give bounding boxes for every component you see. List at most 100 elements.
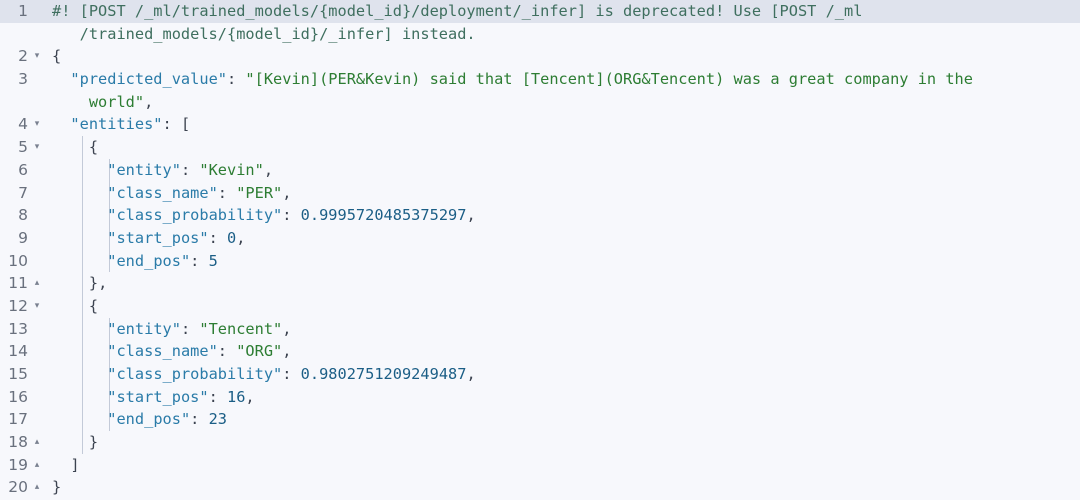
code-text[interactable]: { xyxy=(46,295,1080,318)
token-key: "end_pos" xyxy=(107,251,191,270)
code-text[interactable]: { xyxy=(46,136,1080,159)
token-pun: , xyxy=(282,319,292,338)
code-text[interactable]: "class_probability": 0.9802751209249487, xyxy=(46,363,1080,386)
code-row[interactable]: 2 ▾ { xyxy=(0,45,1080,68)
token-pun: , xyxy=(466,365,476,383)
fold-close-icon[interactable]: ▴ xyxy=(31,476,43,499)
token-pun xyxy=(52,410,107,428)
line-gutter: 13 xyxy=(0,318,46,341)
code-row[interactable]: 8 "class_probability": 0.999572048537529… xyxy=(0,204,1080,227)
code-text[interactable]: "predicted_value": "[Kevin](PER&Kevin) s… xyxy=(46,68,1080,91)
code-text[interactable]: /trained_models/{model_id}/_infer] inste… xyxy=(46,23,1080,46)
token-pun: : xyxy=(162,115,181,134)
line-number: 13 xyxy=(8,319,28,338)
token-key: "predicted_value" xyxy=(70,70,227,89)
code-text[interactable]: "class_probability": 0.9995720485375297, xyxy=(46,204,1080,227)
fold-close-icon[interactable]: ▴ xyxy=(31,431,43,454)
line-number: 10 xyxy=(8,251,28,270)
code-row[interactable]: 19 ▴ ] xyxy=(0,454,1080,477)
token-key: "class_name" xyxy=(107,342,218,361)
code-text[interactable]: { xyxy=(46,45,1080,68)
token-pun xyxy=(52,206,107,224)
line-gutter: 18 ▴ xyxy=(0,431,46,454)
code-row[interactable]: 11 ▴ }, xyxy=(0,272,1080,295)
line-gutter: 7 xyxy=(0,182,46,205)
code-text[interactable]: "end_pos": 5 xyxy=(46,250,1080,273)
code-row[interactable]: 5 ▾ { xyxy=(0,136,1080,159)
code-text[interactable]: "entity": "Kevin", xyxy=(46,159,1080,182)
code-row[interactable]: /trained_models/{model_id}/_infer] inste… xyxy=(0,23,1080,46)
code-row[interactable]: 7 "class_name": "PER", xyxy=(0,181,1080,205)
code-text[interactable]: ] xyxy=(46,454,1080,477)
code-text[interactable]: }, xyxy=(46,272,1080,295)
code-text[interactable]: "class_name": "ORG", xyxy=(46,340,1080,363)
token-num: 0.9802751209249487 xyxy=(300,365,467,383)
code-row[interactable]: 16 "start_pos": 16, xyxy=(0,385,1080,409)
token-key: "entities" xyxy=(70,115,163,134)
code-text[interactable]: } xyxy=(46,431,1080,454)
token-pun: : xyxy=(190,410,209,429)
code-row[interactable]: world", xyxy=(0,91,1080,114)
code-row[interactable]: 4 ▾ "entities": [ xyxy=(0,113,1080,136)
token-pun: : xyxy=(217,342,237,361)
code-text[interactable]: "entity": "Tencent", xyxy=(46,318,1080,341)
code-row[interactable]: 15 "class_probability": 0.98027512092494… xyxy=(0,363,1080,386)
code-row[interactable]: 6 "entity": "Kevin", xyxy=(0,158,1080,182)
code-row[interactable]: 17 "end_pos": 23 xyxy=(0,408,1080,432)
code-text[interactable]: "start_pos": 0, xyxy=(46,227,1080,250)
line-gutter: 1 xyxy=(0,0,46,23)
token-num: 5 xyxy=(208,251,218,270)
line-number: 15 xyxy=(8,365,28,383)
token-pun: : xyxy=(180,319,200,338)
line-gutter: 10 xyxy=(0,250,46,273)
token-str: "[Kevin](PER&Kevin) said that [Tencent](… xyxy=(245,70,973,89)
token-key: "start_pos" xyxy=(107,387,209,406)
token-str: world" xyxy=(52,92,145,111)
code-row[interactable]: 14 "class_name": "ORG", xyxy=(0,340,1080,363)
token-str: "PER" xyxy=(236,183,283,202)
line-number: 18 xyxy=(8,433,28,452)
code-row[interactable]: 18 ▴ } xyxy=(0,431,1080,454)
code-text[interactable]: "end_pos": 23 xyxy=(46,408,1080,431)
code-row[interactable]: 12 ▾ { xyxy=(0,294,1080,318)
code-text[interactable]: "entities": [ xyxy=(46,113,1080,136)
token-brc: ] xyxy=(70,455,80,474)
token-pun xyxy=(52,342,107,360)
code-row[interactable]: 3 "predicted_value": "[Kevin](PER&Kevin)… xyxy=(0,68,1080,91)
token-brc: { xyxy=(52,47,62,66)
code-row[interactable]: 1 #! [POST /_ml/trained_models/{model_id}… xyxy=(0,0,1080,23)
fold-close-icon[interactable]: ▴ xyxy=(31,272,43,295)
line-number: 20 xyxy=(8,478,28,497)
token-key: "class_probability" xyxy=(107,365,283,383)
token-pun: , xyxy=(282,183,292,202)
code-text[interactable]: "class_name": "PER", xyxy=(46,182,1080,205)
token-brc: { xyxy=(88,138,99,157)
code-text[interactable]: } xyxy=(46,476,1080,499)
fold-open-icon[interactable]: ▾ xyxy=(31,113,43,136)
code-row[interactable]: 13 "entity": "Tencent", xyxy=(0,317,1080,341)
code-text[interactable]: "start_pos": 16, xyxy=(46,386,1080,409)
token-pun xyxy=(52,252,107,270)
json-response-editor[interactable]: 1 #! [POST /_ml/trained_models/{model_id}… xyxy=(0,0,1080,500)
fold-open-icon[interactable]: ▾ xyxy=(31,136,43,159)
token-brc: } xyxy=(52,478,62,497)
token-str: "Tencent" xyxy=(199,319,283,338)
line-gutter: 20 ▴ xyxy=(0,476,46,499)
line-number: 7 xyxy=(18,183,28,202)
fold-open-icon[interactable]: ▾ xyxy=(31,295,43,318)
token-pun xyxy=(52,388,107,406)
code-text[interactable]: world", xyxy=(46,91,1080,114)
token-brc: { xyxy=(88,296,99,315)
code-row[interactable]: 9 "start_pos": 0, xyxy=(0,226,1080,250)
code-text[interactable]: #! [POST /_ml/trained_models/{model_id}/… xyxy=(46,0,1080,23)
token-pun xyxy=(52,433,89,451)
line-gutter: 2 ▾ xyxy=(0,45,46,68)
code-row[interactable]: 20 ▴} xyxy=(0,476,1080,499)
fold-open-icon[interactable]: ▾ xyxy=(31,45,43,68)
token-str: "Kevin" xyxy=(199,160,264,179)
line-gutter: 17 xyxy=(0,408,46,431)
token-key: "entity" xyxy=(107,160,181,179)
fold-close-icon[interactable]: ▴ xyxy=(31,454,43,477)
token-key: "start_pos" xyxy=(107,228,209,247)
code-row[interactable]: 10 "end_pos": 5 xyxy=(0,249,1080,273)
